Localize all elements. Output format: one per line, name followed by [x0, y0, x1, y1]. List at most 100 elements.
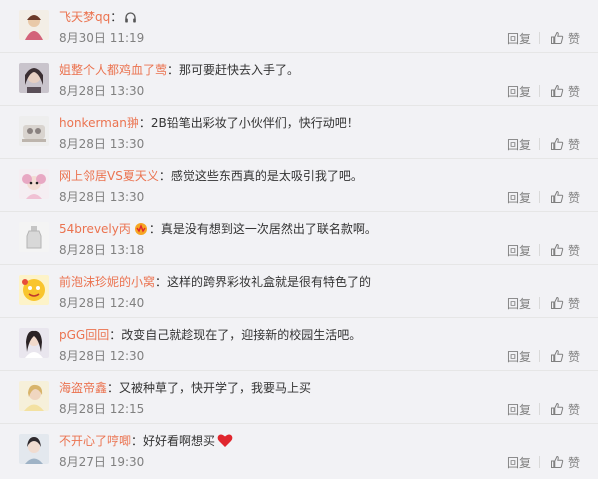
comment-text: 2B铅笔出彩妆了小伙伴们，快行动吧！ — [150, 116, 359, 130]
divider — [538, 32, 540, 44]
username-link[interactable]: 不开心了哼唧 — [59, 434, 131, 448]
thumbs-up-icon — [550, 31, 564, 44]
like-label: 赞 — [567, 402, 580, 417]
comment-time: 8月28日 12:40 — [59, 296, 145, 310]
reply-button[interactable]: 回复 — [507, 189, 531, 206]
divider — [538, 138, 540, 150]
thumbs-up-icon — [550, 190, 564, 203]
comment-text: 好好看啊想买 — [143, 434, 216, 448]
comment-text: 真是没有想到这一次居然出了联名款啊。 — [160, 222, 377, 236]
like-button[interactable]: 赞 — [550, 295, 580, 312]
comment-text: 那可要赶快去入手了。 — [179, 63, 300, 77]
reply-button[interactable]: 回复 — [507, 295, 531, 312]
comment-text: 这样的跨界彩妆礼盒就是很有特色了的 — [167, 275, 372, 289]
thumbs-up-icon — [550, 137, 564, 150]
reply-button[interactable]: 回复 — [507, 454, 531, 471]
comment-time: 8月28日 12:15 — [59, 402, 145, 416]
colon: ： — [109, 328, 122, 342]
like-label: 赞 — [567, 296, 580, 311]
like-label: 赞 — [567, 137, 580, 152]
thumbs-up-icon — [550, 349, 564, 362]
thumbs-up-icon — [550, 296, 564, 309]
divider — [538, 403, 540, 415]
username-link[interactable]: pGG回回 — [59, 328, 109, 342]
like-label: 赞 — [567, 190, 580, 205]
colon: ： — [167, 63, 180, 77]
like-button[interactable]: 赞 — [550, 348, 580, 365]
like-label: 赞 — [567, 455, 580, 470]
comment-item: 姐整个人都鸡血了莺：那可要赶快去入手了。 8月28日 13:30 回复 赞 — [0, 53, 598, 106]
comment-list: 飞天梦qq： 8月30日 11:19 回复 赞 姐整个人都鸡血了莺：那可要赶快去… — [0, 0, 598, 479]
comment-item: 网上邻居VS夏天义：感觉这些东西真的是太吸引我了吧。 8月28日 13:30 回… — [0, 159, 598, 212]
reply-button[interactable]: 回复 — [507, 30, 531, 47]
colon: ： — [148, 222, 161, 236]
comment-item: honkerman翀：2B铅笔出彩妆了小伙伴们，快行动吧！ 8月28日 13:3… — [0, 106, 598, 159]
like-button[interactable]: 赞 — [550, 83, 580, 100]
avatar[interactable] — [19, 63, 49, 93]
thumbs-up-icon — [550, 243, 564, 256]
like-label: 赞 — [567, 84, 580, 99]
comment-item: 飞天梦qq： 8月30日 11:19 回复 赞 — [0, 0, 598, 53]
like-button[interactable]: 赞 — [550, 30, 580, 47]
divider — [538, 244, 540, 256]
comment-time: 8月28日 13:30 — [59, 190, 145, 204]
avatar[interactable] — [19, 275, 49, 305]
username-link[interactable]: honkerman翀 — [59, 116, 139, 130]
colon: ： — [158, 169, 171, 183]
comment-time: 8月27日 19:30 — [59, 455, 145, 469]
comment-text: 又被种草了，快开学了，我要马上买 — [119, 381, 312, 395]
comment-item: pGG回回：改变自己就趁现在了，迎接新的校园生活吧。 8月28日 12:30 回… — [0, 318, 598, 371]
comment-item: 海盗帝鑫：又被种草了，快开学了，我要马上买 8月28日 12:15 回复 赞 — [0, 371, 598, 424]
avatar[interactable] — [19, 434, 49, 464]
username-link[interactable]: 海盗帝鑫 — [59, 381, 107, 395]
divider — [538, 350, 540, 362]
comment-item: 54brevely丙 ：真是没有想到这一次居然出了联名款啊。 8月28日 13:1… — [0, 212, 598, 265]
username-link[interactable]: 网上邻居VS夏天义 — [59, 169, 159, 183]
colon: ： — [107, 381, 120, 395]
vip-badge-icon — [133, 222, 149, 241]
comment-item: 前泡沫珍妮的小窝：这样的跨界彩妆礼盒就是很有特色了的 8月28日 12:40 回… — [0, 265, 598, 318]
like-button[interactable]: 赞 — [550, 401, 580, 418]
like-button[interactable]: 赞 — [550, 136, 580, 153]
comment-time: 8月28日 12:30 — [59, 349, 145, 363]
comment-time: 8月28日 13:30 — [59, 137, 145, 151]
divider — [538, 297, 540, 309]
avatar[interactable] — [19, 222, 49, 252]
avatar[interactable] — [19, 381, 49, 411]
avatar[interactable] — [19, 116, 49, 146]
headphone-icon — [124, 11, 137, 29]
divider — [538, 85, 540, 97]
comment-text: 感觉这些东西真的是太吸引我了吧。 — [170, 169, 363, 183]
thumbs-up-icon — [550, 84, 564, 97]
like-label: 赞 — [567, 31, 580, 46]
like-label: 赞 — [567, 349, 580, 364]
like-label: 赞 — [567, 243, 580, 258]
avatar[interactable] — [19, 10, 49, 40]
like-button[interactable]: 赞 — [550, 189, 580, 206]
reply-button[interactable]: 回复 — [507, 401, 531, 418]
colon: ： — [138, 116, 151, 130]
comment-time: 8月28日 13:18 — [59, 243, 145, 257]
avatar[interactable] — [19, 328, 49, 358]
comment-text: 改变自己就趁现在了，迎接新的校园生活吧。 — [121, 328, 362, 342]
thumbs-up-icon — [550, 402, 564, 415]
colon: ： — [131, 434, 144, 448]
avatar[interactable] — [19, 169, 49, 199]
reply-button[interactable]: 回复 — [507, 348, 531, 365]
username-link[interactable]: 54brevely丙 — [59, 222, 131, 236]
thumbs-up-icon — [550, 455, 564, 468]
reply-button[interactable]: 回复 — [507, 136, 531, 153]
username-link[interactable]: 飞天梦qq — [59, 10, 110, 24]
reply-button[interactable]: 回复 — [507, 83, 531, 100]
comment-item: 不开心了哼唧：好好看啊想买 8月27日 19:30 回复 赞 — [0, 424, 598, 477]
like-button[interactable]: 赞 — [550, 454, 580, 471]
comment-time: 8月30日 11:19 — [59, 31, 145, 45]
username-link[interactable]: 姐整个人都鸡血了莺 — [59, 63, 167, 77]
like-button[interactable]: 赞 — [550, 242, 580, 259]
username-link[interactable]: 前泡沫珍妮的小窝 — [59, 275, 155, 289]
heart-emoji-icon — [217, 433, 233, 453]
comment-time: 8月28日 13:30 — [59, 84, 145, 98]
divider — [538, 456, 540, 468]
reply-button[interactable]: 回复 — [507, 242, 531, 259]
divider — [538, 191, 540, 203]
